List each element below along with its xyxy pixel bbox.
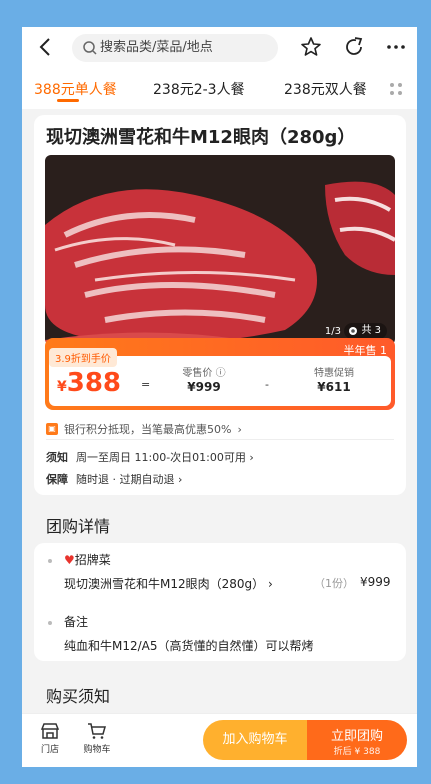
more-dots-icon[interactable] [384,35,408,59]
photo-pager: 1/3 [324,326,341,337]
cart-icon [88,723,106,739]
group-detail-card: ♥招牌菜 现切澳洲雪花和牛M12眼肉（280g） › （1份） ¥999 备注 … [34,543,406,661]
minus-sign: - [265,378,269,391]
store-label: 门店 [40,745,59,755]
bottom-action-bar: 门店 购物车 加入购物车 立即团购 折后 ¥ 388 [22,713,417,767]
promo-label: 特惠促销 [314,368,354,379]
dish-item-row[interactable]: 现切澳洲雪花和牛M12眼肉（280g） › [64,575,273,592]
tab-388-single[interactable]: 388元单人餐 [34,79,117,99]
note-label: 备注 [64,615,89,629]
equals-sign: = [141,378,151,391]
favorite-star-icon[interactable] [299,35,323,59]
retail-price-label-text: 零售价 [182,368,213,379]
discount-tag: 3.9折到手价 [49,348,117,367]
retail-price-value: ¥999 [187,380,221,394]
bullet-dot [48,621,52,625]
cart-nav[interactable]: 购物车 [77,722,117,755]
bank-promo[interactable]: ▣ 银行积分抵现，当笔最高优惠50% › [46,421,242,437]
guarantee-value: 随时退 · 过期自动退 [76,473,175,486]
photo-count-text: 共 3 [361,325,381,336]
yen-symbol: ¥ [57,379,67,395]
signature-dish-label-text: 招牌菜 [74,553,111,567]
price-breakdown: 3.9折到手价 ¥388 = 零售价 ⓘ ¥999 - 特惠促销 ¥611 [49,348,391,406]
notice-key: 须知 [46,451,68,464]
store-nav[interactable]: 门店 [30,722,70,755]
search-placeholder: 搜索品类/菜品/地点 [100,40,213,55]
chevron-right-icon: › [249,451,254,464]
dish-name: 现切澳洲雪花和牛M12眼肉（280g） [64,577,265,591]
add-to-cart-button[interactable]: 加入购物车 [203,720,307,760]
dish-qty: （1份） [314,577,354,590]
tab-238-2-3[interactable]: 238元2-3人餐 [153,79,245,99]
camera-icon [349,327,358,335]
note-text: 纯血和牛M12/A5（高货懂的自然懂）可以帮烤 [64,639,314,653]
purchase-notice-title: 购买须知 [46,687,111,706]
tab-238-double[interactable]: 238元双人餐 [284,79,367,99]
bank-card-icon: ▣ [46,423,58,435]
product-card: 现切澳洲雪花和牛M12眼肉（280g） 1/3 共 3 半年售 1 3.9折到手… [34,115,406,495]
group-detail-title: 团购详情 [46,517,111,536]
guarantee-key: 保障 [46,473,68,486]
final-price-value: 388 [66,368,122,398]
divider [46,439,394,440]
final-price: ¥388 [57,368,121,398]
photo-count-badge[interactable]: 共 3 [344,323,387,339]
bank-promo-text: 银行积分抵现，当笔最高优惠50% [64,423,232,436]
active-tab-indicator [57,99,79,102]
chevron-right-icon: › [237,422,242,436]
buy-now-button[interactable]: 立即团购 折后 ¥ 388 [307,720,407,760]
product-photo[interactable]: 1/3 共 3 [45,155,395,345]
price-panel: 半年售 1 3.9折到手价 ¥388 = 零售价 ⓘ ¥999 - 特惠促销 ¥… [45,338,395,410]
bullet-dot [48,559,52,563]
steak-image [45,155,395,345]
promo-value: ¥611 [317,380,351,394]
search-icon [83,41,97,55]
retail-price-label[interactable]: 零售价 ⓘ [159,364,249,379]
dish-price: ¥999 [360,575,391,589]
chevron-right-icon: › [267,577,273,591]
tab-grid-icon[interactable] [388,81,404,97]
store-icon [40,723,60,739]
buy-now-label: 立即团购 [330,729,383,744]
share-icon[interactable] [342,35,366,59]
buy-now-subprice: 折后 ¥ 388 [333,747,381,757]
package-tabs: 388元单人餐 238元2-3人餐 238元双人餐 [22,69,417,109]
top-bar: 搜索品类/菜品/地点 [22,27,417,69]
notice-value: 周一至周日 11:00-次日01:00可用 [76,451,246,464]
back-arrow-icon[interactable] [34,35,58,59]
notice-row[interactable]: 须知 周一至周日 11:00-次日01:00可用 › [46,449,254,465]
chevron-right-icon: › [178,473,183,486]
signature-dish-label: ♥招牌菜 [64,551,111,568]
heart-icon: ♥ [64,553,75,567]
guarantee-row[interactable]: 保障 随时退 · 过期自动退 › [46,471,182,487]
search-input[interactable]: 搜索品类/菜品/地点 [72,34,278,62]
cart-label: 购物车 [83,745,111,755]
product-title: 现切澳洲雪花和牛M12眼肉（280g） [46,127,356,148]
phone-screen: 搜索品类/菜品/地点 388元单人餐 238元2-3人餐 238元双人餐 现切澳… [22,27,417,767]
